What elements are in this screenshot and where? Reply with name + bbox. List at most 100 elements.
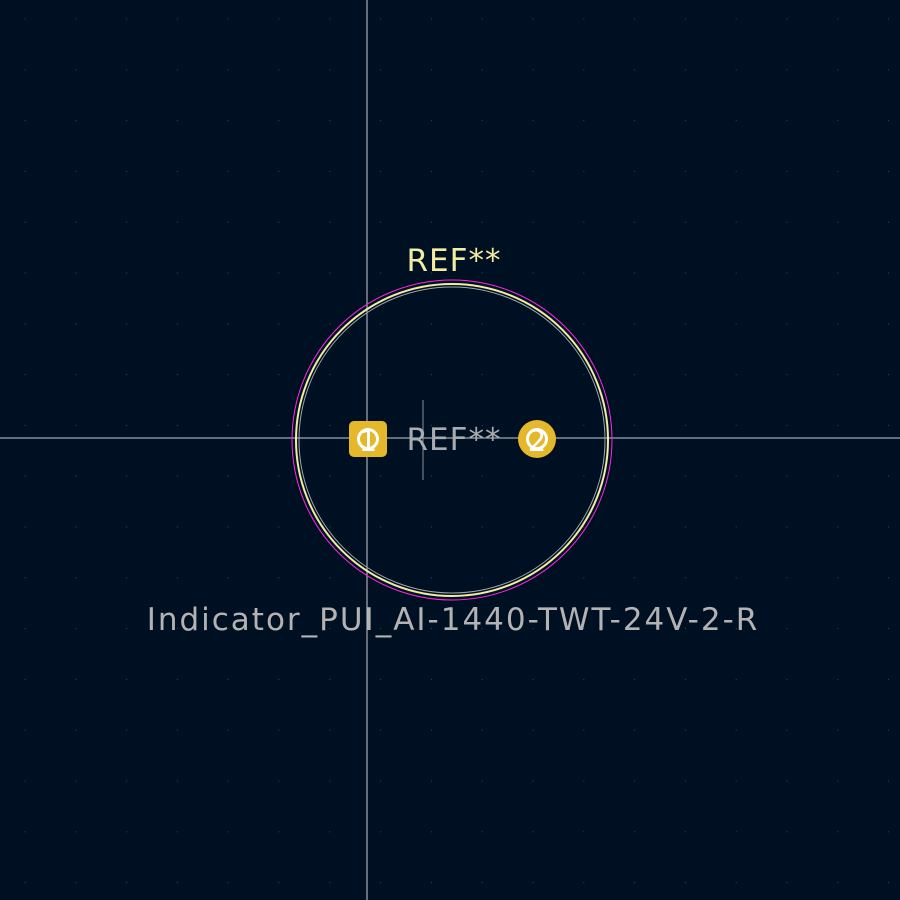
grid-dot [684,69,686,71]
grid-dot [75,272,77,274]
grid-dot [837,170,839,172]
grid-dot [380,120,382,122]
grid-dot [329,678,331,680]
grid-dot [75,882,77,884]
grid-dot [888,374,890,376]
grid-dot [329,374,331,376]
pad-1[interactable]: 1 [349,421,387,458]
grid-dot [786,729,788,731]
grid-dot [430,69,432,71]
grid-dot [532,374,534,376]
grid-dot [684,221,686,223]
grid-dot [278,272,280,274]
grid-dot [430,577,432,579]
grid-dot [227,69,229,71]
grid-dot [634,526,636,528]
grid-dot [380,831,382,833]
grid-dot [481,729,483,731]
pad-2[interactable]: 2 [518,420,556,458]
grid-dot [329,18,331,20]
grid-dot [837,69,839,71]
grid-dot [430,882,432,884]
grid-dot [176,882,178,884]
grid-dot [837,882,839,884]
grid-dot [176,323,178,325]
grid-dot [24,628,26,630]
grid-dot [380,272,382,274]
grid-dot [126,780,128,782]
grid-dot [176,221,178,223]
grid-dot [583,729,585,731]
grid-dot [888,424,890,426]
grid-dot [227,170,229,172]
grid-dot [634,831,636,833]
footprint-value-text[interactable]: Indicator_PUI_AI-1440-TWT-24V-2-R [147,602,760,638]
grid-dot [278,678,280,680]
grid-dot [329,526,331,528]
grid-dot [75,374,77,376]
grid-dot [837,374,839,376]
grid-dot [735,475,737,477]
grid-dot [430,221,432,223]
grid-dot [684,882,686,884]
pcb-canvas[interactable]: 1 2 REF** REF** Indicator_PUI_AI-1440-TW… [0,0,900,900]
grid-dot [227,780,229,782]
grid-dot [430,374,432,376]
reference-fab-text[interactable]: REF** [407,422,502,458]
grid-dot [532,18,534,20]
grid-dot [583,424,585,426]
grid-dot [888,882,890,884]
grid-dot [329,272,331,274]
grid-dot [786,374,788,376]
grid-dot [888,323,890,325]
grid-dot [329,729,331,731]
grid-dot [634,272,636,274]
reference-silkscreen-text[interactable]: REF** [407,243,502,279]
grid-dot [176,780,178,782]
grid-dot [583,882,585,884]
grid-dot [532,170,534,172]
grid-dot [24,170,26,172]
grid-dot [735,272,737,274]
grid-dot [532,323,534,325]
grid-dot [786,628,788,630]
grid-dot [227,424,229,426]
grid-dot [278,120,280,122]
grid-dot [735,221,737,223]
grid-dot [176,69,178,71]
grid-dot [634,18,636,20]
grid-dot [583,475,585,477]
grid-dot [430,120,432,122]
grid-dot [24,526,26,528]
grid-dot [24,120,26,122]
grid-dot [634,729,636,731]
grid-dot [481,882,483,884]
grid-dot [176,729,178,731]
grid-dot [75,221,77,223]
grid-dot [634,374,636,376]
grid-dot [380,69,382,71]
grid-dot [176,424,178,426]
grid-dot [380,678,382,680]
grid-dot [278,69,280,71]
grid-dot [227,729,229,731]
grid-dot [227,221,229,223]
grid-dot [24,729,26,731]
grid-dot [583,170,585,172]
grid-dot [634,780,636,782]
grid-dot [329,323,331,325]
grid-dot [583,120,585,122]
grid-dot [786,323,788,325]
grid-dot [583,780,585,782]
grid-dot [126,323,128,325]
grid-dot [329,120,331,122]
grid-dot [176,120,178,122]
grid-dot [481,831,483,833]
grid-dot [380,374,382,376]
grid-dot [684,577,686,579]
grid-dot [735,780,737,782]
grid-dot [380,170,382,172]
grid-dot [634,120,636,122]
grid-dot [735,526,737,528]
grid-dot [380,882,382,884]
